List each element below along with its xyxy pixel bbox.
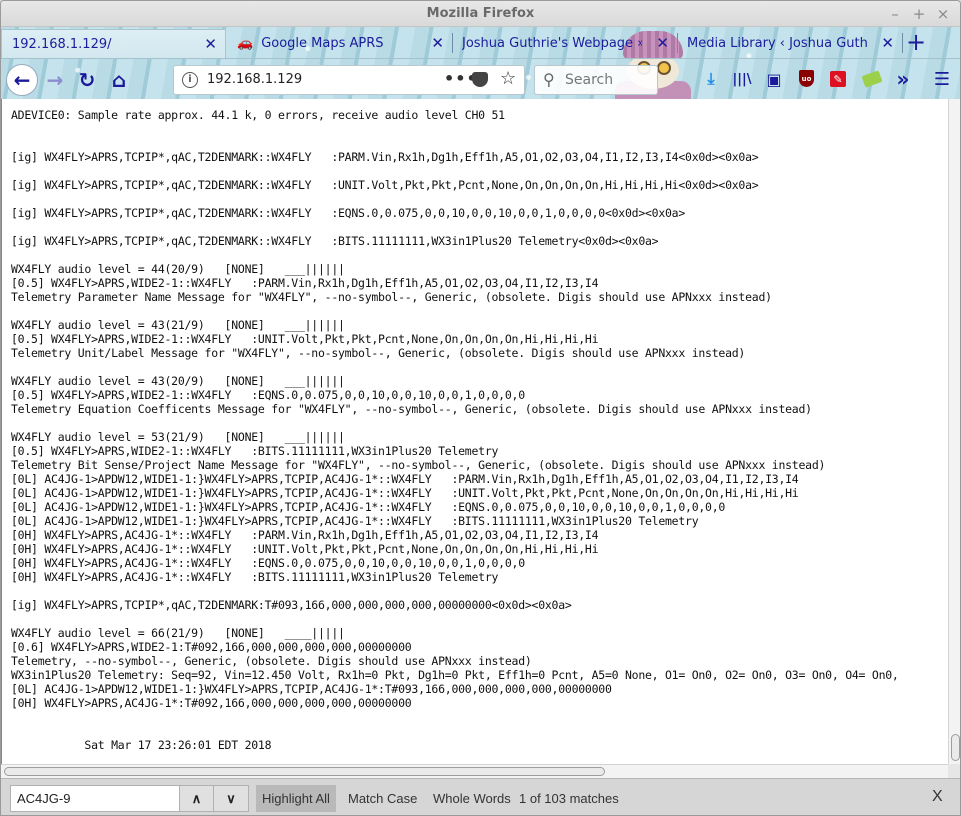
url-text[interactable]: 192.168.1.129 xyxy=(207,72,302,87)
minimize-button[interactable]: – xyxy=(885,5,905,23)
close-tab-icon[interactable]: ✕ xyxy=(656,34,669,52)
horizontal-scrollbar[interactable] xyxy=(1,764,948,778)
log-line: Telemetry Parameter Name Message for "WX… xyxy=(11,290,772,304)
search-input[interactable]: ⚲ Search xyxy=(534,65,658,95)
maximize-button[interactable]: + xyxy=(909,5,929,23)
log-line: [0L] AC4JG-1>APDW12,WIDE1-1:}WX4FLY>APRS… xyxy=(11,682,612,696)
tab-label: 192.168.1.129/ xyxy=(12,36,112,52)
car-icon: 🚗 xyxy=(237,36,254,51)
log-line: Telemetry Equation Coefficents Message f… xyxy=(11,402,812,416)
log-line: WX4FLY audio level = 43(21/9) [NONE] ___… xyxy=(11,318,345,332)
log-line: WX4FLY audio level = 44(20/9) [NONE] ___… xyxy=(11,262,345,276)
search-placeholder: Search xyxy=(565,72,614,88)
browser-window: Mozilla Firefox – + × 192.168.1.129/ ✕ 🚗… xyxy=(0,0,961,816)
tab-media-library[interactable]: Media Library ‹ Joshua Guthrie's ✕ xyxy=(677,29,903,58)
tab-local-server[interactable]: 192.168.1.129/ ✕ xyxy=(1,29,226,58)
home-button[interactable]: ⌂ xyxy=(105,66,133,94)
navigation-toolbar: ← → ↻ ⌂ i 192.168.1.129 ••• ☆ ⚲ Search ⤓… xyxy=(1,58,960,99)
library-icon[interactable]: |||\ xyxy=(731,67,753,91)
find-next-button[interactable]: ∨ xyxy=(214,785,249,812)
close-window-button[interactable]: × xyxy=(933,5,953,23)
log-line: [0H] WX4FLY>APRS,AC4JG-1*::WX4FLY :UNIT.… xyxy=(11,542,599,556)
log-line: [0H] WX4FLY>APRS,AC4JG-1*::WX4FLY :BITS.… xyxy=(11,570,499,584)
whole-words-toggle[interactable]: Whole Words xyxy=(427,785,517,812)
log-line: Sat Mar 17 23:26:01 EDT 2018 xyxy=(11,738,272,752)
log-line: [ig] WX4FLY>APRS,TCPIP*,qAC,T2DENMARK::W… xyxy=(11,178,759,192)
tab-google-maps-aprs[interactable]: 🚗 Google Maps APRS ✕ xyxy=(227,29,453,58)
wand-extension-icon[interactable]: ✎ xyxy=(830,71,846,87)
green-extension-icon[interactable] xyxy=(861,70,883,88)
highlight-all-toggle[interactable]: Highlight All xyxy=(256,785,336,812)
log-line: [0L] AC4JG-1>APDW12,WIDE1-1:}WX4FLY>APRS… xyxy=(11,514,699,528)
log-line: Telemetry Unit/Label Message for "WX4FLY… xyxy=(11,346,746,360)
log-line: [0.5] WX4FLY>APRS,WIDE2-1::WX4FLY :UNIT.… xyxy=(11,332,599,346)
find-bar: AC4JG-9 ∧ ∨ Highlight All Match Case Who… xyxy=(1,778,960,815)
log-line: [ig] WX4FLY>APRS,TCPIP*,qAC,T2DENMARK::W… xyxy=(11,206,686,220)
search-icon: ⚲ xyxy=(543,70,555,89)
sidebar-icon[interactable]: ▣ xyxy=(763,67,785,91)
forward-button[interactable]: → xyxy=(41,66,69,94)
log-line: [0.6] WX4FLY>APRS,WIDE2-1:T#092,166,000,… xyxy=(11,640,412,654)
horizontal-scroll-thumb[interactable] xyxy=(4,767,605,776)
tab-strip: 192.168.1.129/ ✕ 🚗 Google Maps APRS ✕ Jo… xyxy=(1,29,960,58)
scrollbar-corner xyxy=(948,764,960,778)
log-line: [0L] AC4JG-1>APDW12,WIDE1-1:}WX4FLY>APRS… xyxy=(11,500,726,514)
pocket-icon[interactable] xyxy=(472,72,488,87)
hamburger-menu-icon[interactable]: ☰ xyxy=(931,67,953,91)
log-line: WX4FLY audio level = 53(21/9) [NONE] ___… xyxy=(11,430,345,444)
url-bar[interactable]: i 192.168.1.129 ••• ☆ xyxy=(173,65,525,95)
back-button[interactable]: ← xyxy=(6,64,38,96)
close-tab-icon[interactable]: ✕ xyxy=(881,34,894,52)
find-status: 1 of 103 matches xyxy=(519,791,619,806)
log-line: [0L] AC4JG-1>APDW12,WIDE1-1:}WX4FLY>APRS… xyxy=(11,486,799,500)
page-content: ADEVICE0: Sample rate approx. 44.1 k, 0 … xyxy=(1,99,948,764)
tab-label: Media Library ‹ Joshua Guthrie's xyxy=(687,36,867,51)
title-bar: Mozilla Firefox – + × xyxy=(1,1,960,27)
log-line: [ig] WX4FLY>APRS,TCPIP*,qAC,T2DENMARK::W… xyxy=(11,234,659,248)
log-line: [0H] WX4FLY>APRS,AC4JG-1*::WX4FLY :EQNS.… xyxy=(11,556,525,570)
log-line: WX3in1Plus20 Telemetry: Seq=92, Vin=12.4… xyxy=(11,668,899,682)
log-line: [ig] WX4FLY>APRS,TCPIP*,qAC,T2DENMARK::W… xyxy=(11,150,759,164)
log-line: Telemetry, --no-symbol--, Generic, (obso… xyxy=(11,654,532,668)
log-line: [0H] WX4FLY>APRS,AC4JG-1*::WX4FLY :PARM.… xyxy=(11,528,599,542)
reload-button[interactable]: ↻ xyxy=(73,66,101,94)
log-line: ADEVICE0: Sample rate approx. 44.1 k, 0 … xyxy=(11,108,505,122)
log-line: [0.5] WX4FLY>APRS,WIDE2-1::WX4FLY :BITS.… xyxy=(11,444,499,458)
log-line: Telemetry Bit Sense/Project Name Message… xyxy=(11,458,826,472)
log-line: [0.5] WX4FLY>APRS,WIDE2-1::WX4FLY :PARM.… xyxy=(11,276,599,290)
log-line: [0.5] WX4FLY>APRS,WIDE2-1::WX4FLY :EQNS.… xyxy=(11,388,525,402)
vertical-scrollbar[interactable] xyxy=(948,99,960,764)
tab-label: Google Maps APRS xyxy=(261,36,384,51)
log-line: [0H] WX4FLY>APRS,AC4JG-1*:T#092,166,000,… xyxy=(11,696,412,710)
close-find-bar-button[interactable]: X xyxy=(932,788,943,806)
find-input[interactable]: AC4JG-9 xyxy=(10,785,179,812)
bookmark-star-icon[interactable]: ☆ xyxy=(500,68,516,89)
ublock-icon[interactable]: uo xyxy=(799,70,814,87)
window-title: Mozilla Firefox xyxy=(426,6,535,21)
close-tab-icon[interactable]: ✕ xyxy=(204,35,217,53)
log-line: WX4FLY audio level = 66(21/9) [NONE] ___… xyxy=(11,626,345,640)
site-info-icon[interactable]: i xyxy=(182,72,198,88)
download-icon[interactable]: ⤓ xyxy=(700,67,722,91)
tab-joshua-guthrie-webpage[interactable]: Joshua Guthrie's Webpage » Ne ✕ xyxy=(452,29,678,58)
direwolf-log-text: ADEVICE0: Sample rate approx. 44.1 k, 0 … xyxy=(2,99,948,752)
log-line: WX4FLY audio level = 43(20/9) [NONE] ___… xyxy=(11,374,345,388)
find-previous-button[interactable]: ∧ xyxy=(179,785,214,812)
log-line: [ig] WX4FLY>APRS,TCPIP*,qAC,T2DENMARK:T#… xyxy=(11,598,572,612)
overflow-chevron-icon[interactable]: » xyxy=(892,67,914,91)
new-tab-button[interactable]: + xyxy=(906,29,926,55)
close-tab-icon[interactable]: ✕ xyxy=(431,34,444,52)
match-case-toggle[interactable]: Match Case xyxy=(342,785,423,812)
vertical-scroll-thumb[interactable] xyxy=(951,734,960,761)
log-line: [0L] AC4JG-1>APDW12,WIDE1-1:}WX4FLY>APRS… xyxy=(11,472,799,486)
tab-label: Joshua Guthrie's Webpage » Ne xyxy=(462,36,642,51)
